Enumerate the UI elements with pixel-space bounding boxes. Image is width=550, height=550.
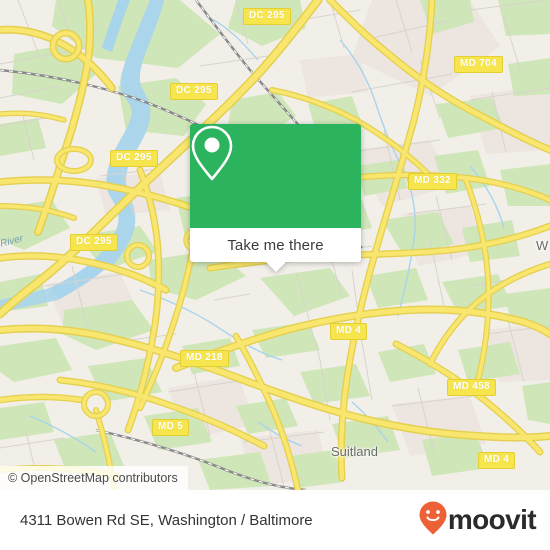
map-canvas[interactable]: DC 295 DC 295 DC 295 DC 295 MD 704 MD 33… — [0, 0, 550, 490]
moovit-logo[interactable]: moovit — [419, 501, 537, 540]
road-shield: MD 704 — [454, 56, 503, 73]
take-me-there-label: Take me there — [227, 236, 324, 254]
road-shield: DC 295 — [170, 83, 218, 100]
callout-pointer — [264, 261, 287, 272]
road-shield: MD 332 — [408, 173, 457, 190]
take-me-there-button[interactable]: Take me there — [190, 228, 361, 272]
road-shield: MD 4 — [478, 452, 516, 469]
map-screenshot: DC 295 DC 295 DC 295 DC 295 MD 704 MD 33… — [0, 0, 550, 550]
moovit-smiley-pin-icon — [419, 501, 447, 540]
road-shield: MD 218 — [180, 350, 229, 367]
osm-attribution-text: © OpenStreetMap contributors — [8, 471, 178, 485]
road-shield: DC 295 — [70, 234, 118, 251]
location-callout[interactable]: Take me there — [190, 124, 361, 272]
road-shield: DC 295 — [243, 8, 291, 25]
osm-attribution[interactable]: © OpenStreetMap contributors — [0, 466, 188, 490]
road-shield: DC 295 — [110, 150, 158, 167]
road-shield: MD 458 — [447, 379, 496, 396]
footer-bar: 4311 Bowen Rd SE, Washington / Baltimore… — [0, 490, 550, 550]
road-shield: MD 5 — [152, 419, 190, 436]
place-label-suitland: Suitland — [331, 444, 378, 459]
road-shield: MD 4 — [330, 323, 368, 340]
address-label: 4311 Bowen Rd SE, Washington / Baltimore — [20, 511, 313, 529]
moovit-wordmark: moovit — [447, 504, 537, 535]
place-label-partial: W — [536, 238, 549, 253]
callout-image-area — [190, 124, 361, 228]
